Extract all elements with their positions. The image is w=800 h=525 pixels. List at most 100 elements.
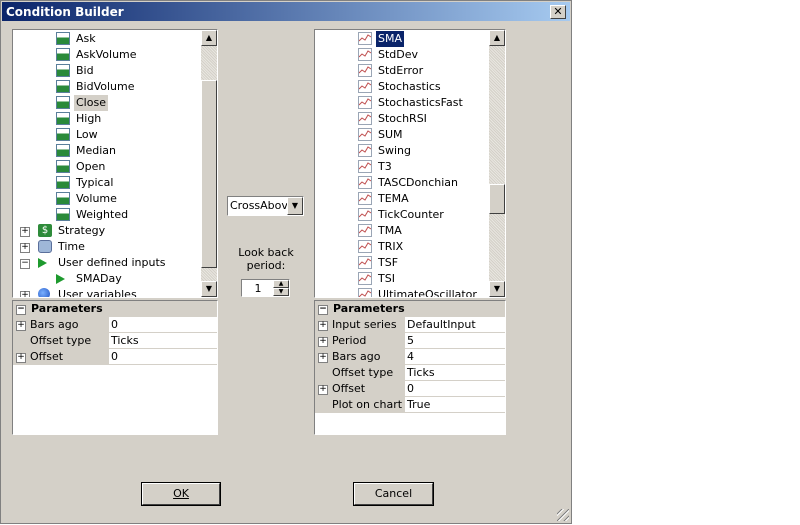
indicator-item[interactable]: Stochastics bbox=[315, 79, 489, 95]
scroll-down-button[interactable]: ▼ bbox=[201, 281, 217, 297]
indicator-item[interactable]: StochasticsFast bbox=[315, 95, 489, 111]
expand-icon[interactable]: + bbox=[20, 243, 30, 253]
parameter-value[interactable]: True bbox=[405, 397, 505, 413]
parameter-row[interactable]: + Offset 0 bbox=[13, 349, 217, 365]
expand-icon[interactable]: + bbox=[20, 227, 30, 237]
indicator-item[interactable]: TRIX bbox=[315, 239, 489, 255]
parameter-value[interactable]: Ticks bbox=[109, 333, 217, 349]
tree-item[interactable]: High bbox=[13, 111, 201, 127]
parameter-row[interactable]: + Bars ago 4 bbox=[315, 349, 505, 365]
indicator-item[interactable]: Swing bbox=[315, 143, 489, 159]
chevron-down-icon[interactable]: ▼ bbox=[287, 197, 303, 215]
parameter-row[interactable]: + Bars ago 0 bbox=[13, 317, 217, 333]
tree-item[interactable]: AskVolume bbox=[13, 47, 201, 63]
collapse-icon[interactable]: − bbox=[318, 305, 328, 315]
expand-icon[interactable]: + bbox=[318, 353, 328, 363]
tree-item[interactable]: Typical bbox=[13, 175, 201, 191]
indicator-item[interactable]: TASCDonchian bbox=[315, 175, 489, 191]
indicator-label: StdDev bbox=[378, 48, 419, 61]
indicator-item[interactable]: TSI bbox=[315, 271, 489, 287]
bar-chart-icon bbox=[56, 208, 70, 221]
operator-value: CrossAbove bbox=[230, 199, 295, 212]
bar-chart-icon bbox=[56, 48, 70, 61]
right-tree-scrollbar[interactable]: ▲ ▼ bbox=[489, 30, 505, 297]
tree-item[interactable]: Weighted bbox=[13, 207, 201, 223]
lookback-spinner[interactable]: 1 ▲ ▼ bbox=[241, 279, 290, 297]
scroll-down-button[interactable]: ▼ bbox=[489, 281, 505, 297]
right-parameters-grid: − Parameters + Input series DefaultInput + P… bbox=[314, 300, 506, 435]
left-tree-scrollbar[interactable]: ▲ ▼ bbox=[201, 30, 217, 297]
parameter-value[interactable]: Ticks bbox=[405, 365, 505, 381]
bar-chart-icon bbox=[56, 112, 70, 125]
indicator-item[interactable]: T3 bbox=[315, 159, 489, 175]
indicator-item[interactable]: StochRSI bbox=[315, 111, 489, 127]
line-chart-icon bbox=[358, 272, 372, 285]
title-bar[interactable]: Condition Builder ✕ bbox=[2, 2, 570, 21]
operator-dropdown[interactable]: CrossAbove ▼ bbox=[227, 196, 304, 216]
collapse-icon[interactable]: − bbox=[16, 305, 26, 315]
tree-item[interactable]: Low bbox=[13, 127, 201, 143]
indicator-item[interactable]: TEMA bbox=[315, 191, 489, 207]
lookback-value[interactable]: 1 bbox=[242, 282, 274, 295]
indicator-item[interactable]: UltimateOscillator bbox=[315, 287, 489, 298]
tree-item[interactable]: Bid bbox=[13, 63, 201, 79]
bar-chart-icon bbox=[56, 176, 70, 189]
scroll-up-button[interactable]: ▲ bbox=[201, 30, 217, 46]
indicator-item[interactable]: TSF bbox=[315, 255, 489, 271]
tree-item-label: SMADay bbox=[76, 272, 122, 285]
scroll-up-button[interactable]: ▲ bbox=[489, 30, 505, 46]
indicator-label: UltimateOscillator bbox=[378, 288, 477, 298]
parameter-value[interactable]: 4 bbox=[405, 349, 505, 365]
expand-icon[interactable]: + bbox=[318, 385, 328, 395]
spin-down-button[interactable]: ▼ bbox=[273, 288, 289, 296]
dollar-icon: $ bbox=[38, 224, 52, 237]
collapse-icon[interactable]: − bbox=[20, 259, 30, 269]
tree-item[interactable]: Median bbox=[13, 143, 201, 159]
line-chart-icon bbox=[358, 192, 372, 205]
spin-up-button[interactable]: ▲ bbox=[273, 280, 289, 288]
tree-item[interactable]: + $ Strategy bbox=[13, 223, 201, 239]
parameter-value[interactable]: DefaultInput bbox=[405, 317, 505, 333]
tree-item[interactable]: Ask bbox=[13, 31, 201, 47]
line-chart-icon bbox=[358, 112, 372, 125]
indicator-item[interactable]: SMA bbox=[315, 31, 489, 47]
parameter-value[interactable]: 0 bbox=[109, 317, 217, 333]
parameter-row[interactable]: Offset type Ticks bbox=[13, 333, 217, 349]
indicator-item[interactable]: SUM bbox=[315, 127, 489, 143]
bar-chart-icon bbox=[56, 160, 70, 173]
close-button[interactable]: ✕ bbox=[550, 5, 566, 19]
parameter-row[interactable]: + Offset 0 bbox=[315, 381, 505, 397]
parameter-row[interactable]: + Period 5 bbox=[315, 333, 505, 349]
indicator-item[interactable]: StdDev bbox=[315, 47, 489, 63]
ok-button[interactable]: OK bbox=[141, 482, 221, 506]
tree-item[interactable]: BidVolume bbox=[13, 79, 201, 95]
indicator-item[interactable]: StdError bbox=[315, 63, 489, 79]
scroll-thumb[interactable] bbox=[489, 184, 505, 214]
expand-icon[interactable]: + bbox=[16, 353, 26, 363]
parameter-row[interactable]: + Input series DefaultInput bbox=[315, 317, 505, 333]
expand-icon[interactable]: + bbox=[20, 291, 30, 297]
indicator-item[interactable]: TMA bbox=[315, 223, 489, 239]
tree-item[interactable]: Open bbox=[13, 159, 201, 175]
indicator-item[interactable]: TickCounter bbox=[315, 207, 489, 223]
tree-item[interactable]: − User defined inputs bbox=[13, 255, 201, 271]
tree-item[interactable]: Close bbox=[13, 95, 201, 111]
expand-icon[interactable]: + bbox=[16, 321, 26, 331]
tree-item[interactable]: + User variables bbox=[13, 287, 201, 297]
resize-grip-icon[interactable] bbox=[557, 509, 569, 521]
tree-item[interactable]: SMADay bbox=[13, 271, 201, 287]
parameter-value[interactable]: 0 bbox=[405, 381, 505, 397]
cancel-button[interactable]: Cancel bbox=[353, 482, 434, 506]
parameter-row[interactable]: Plot on chart True bbox=[315, 397, 505, 413]
expand-icon[interactable]: + bbox=[318, 337, 328, 347]
tree-item-label: Low bbox=[76, 128, 98, 141]
window-title: Condition Builder bbox=[6, 5, 124, 19]
parameter-value[interactable]: 0 bbox=[109, 349, 217, 365]
tree-item[interactable]: + Time bbox=[13, 239, 201, 255]
expand-icon[interactable]: + bbox=[318, 321, 328, 331]
tree-item-label: Time bbox=[58, 240, 85, 253]
parameter-value[interactable]: 5 bbox=[405, 333, 505, 349]
scroll-thumb[interactable] bbox=[201, 80, 217, 268]
parameter-row[interactable]: Offset type Ticks bbox=[315, 365, 505, 381]
tree-item[interactable]: Volume bbox=[13, 191, 201, 207]
